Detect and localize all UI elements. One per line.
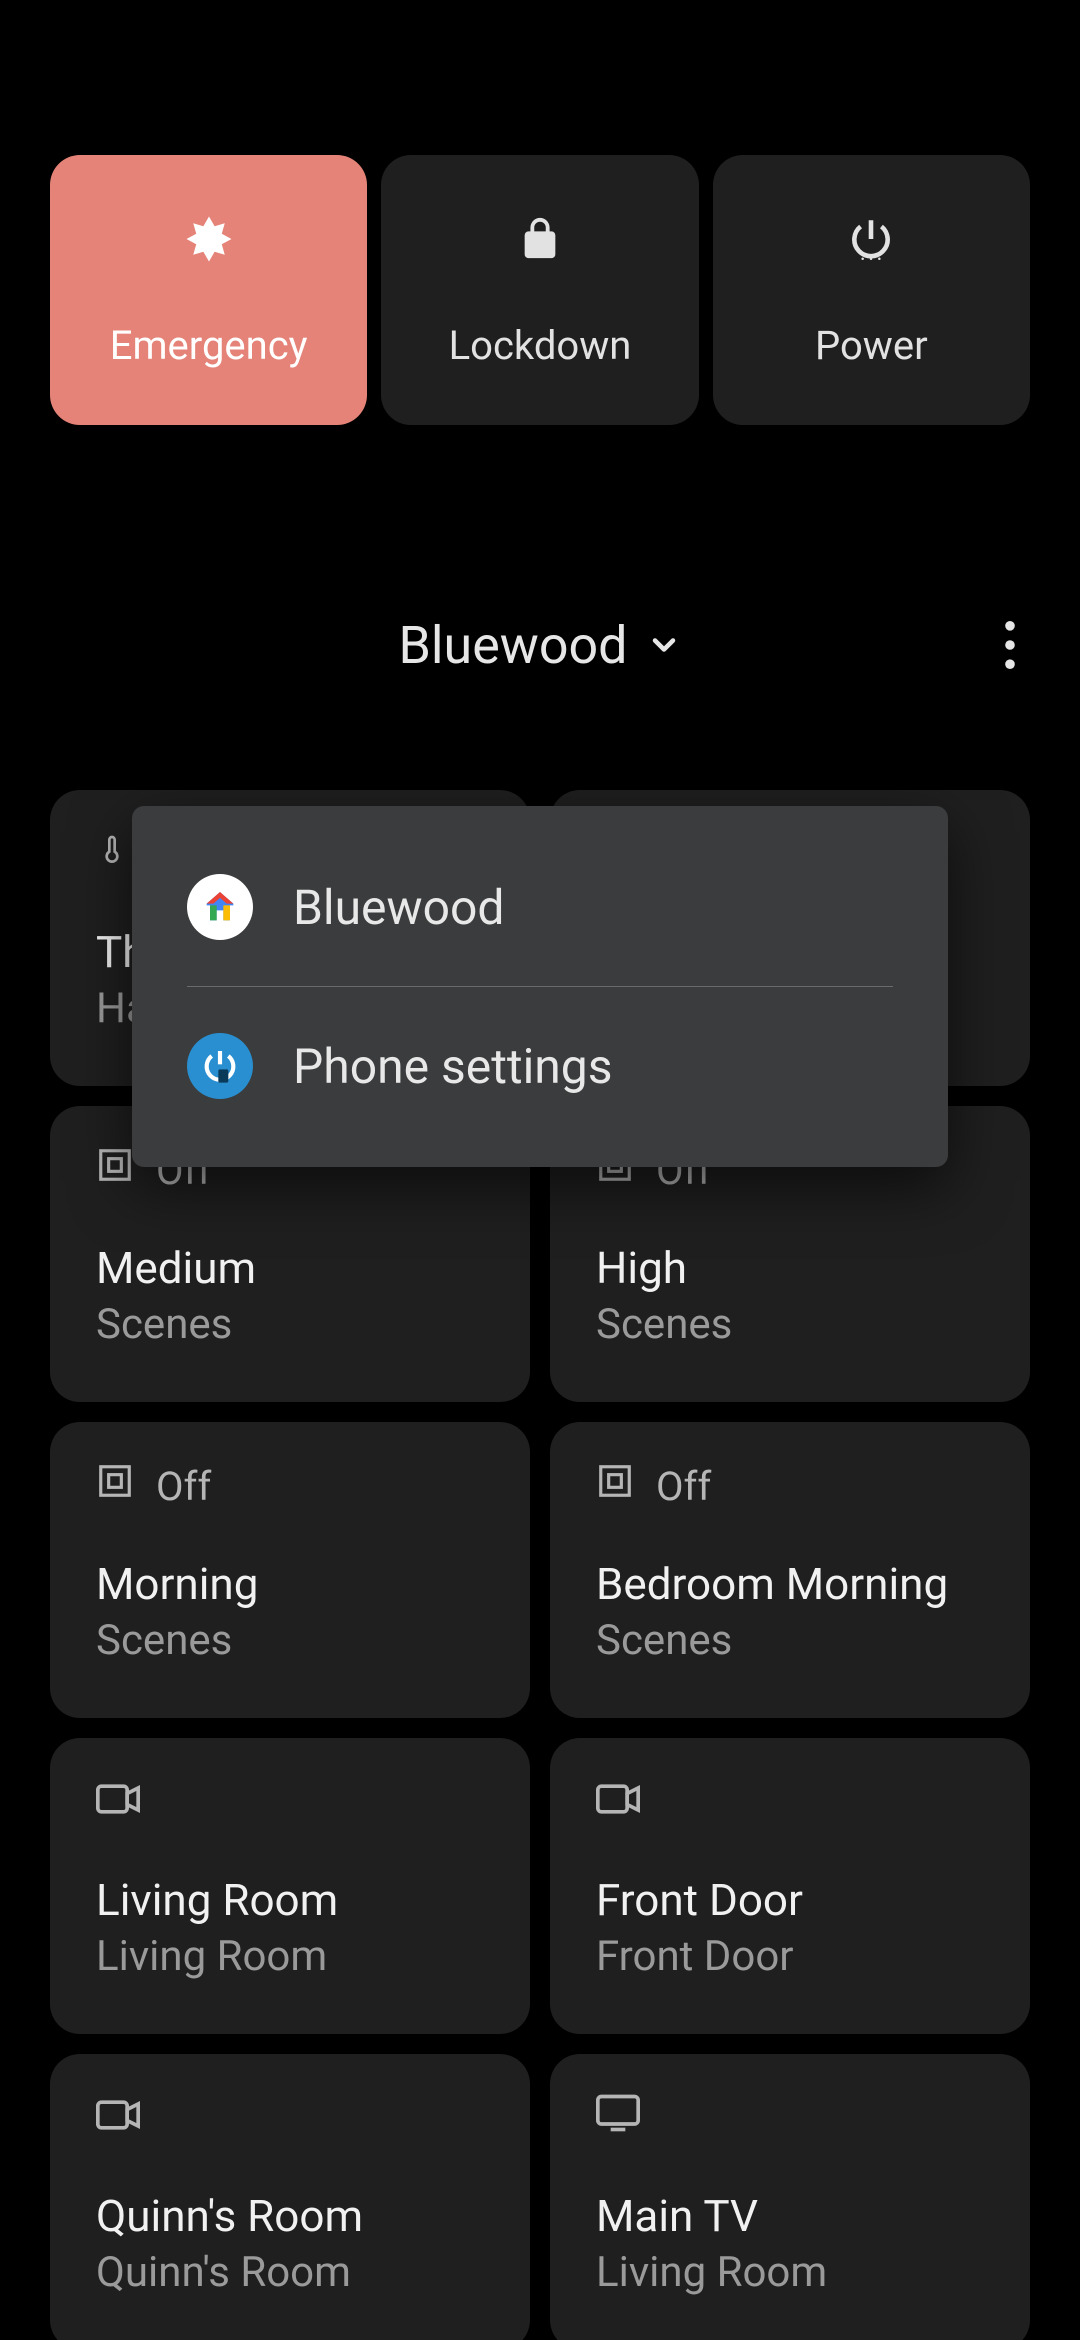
device-sub: Scenes bbox=[596, 1300, 984, 1349]
device-name: Medium bbox=[96, 1242, 484, 1294]
scene-icon bbox=[96, 1462, 134, 1510]
home-name: Bluewood bbox=[399, 615, 628, 676]
camera-icon bbox=[596, 1779, 640, 1826]
device-card[interactable]: Off Bedroom Morning Scenes bbox=[550, 1422, 1030, 1718]
device-name: Quinn's Room bbox=[96, 2190, 484, 2242]
camera-icon bbox=[96, 1779, 140, 1826]
scene-icon bbox=[96, 1146, 134, 1194]
device-state: Off bbox=[656, 1463, 711, 1510]
device-sub: Scenes bbox=[596, 1616, 984, 1665]
device-name: Bedroom Morning bbox=[596, 1558, 984, 1610]
lockdown-label: Lockdown bbox=[449, 322, 632, 369]
medical-icon bbox=[182, 211, 236, 267]
device-sub: Scenes bbox=[96, 1616, 484, 1665]
popup-item-settings[interactable]: Phone settings bbox=[132, 995, 948, 1137]
device-sub: Front Door bbox=[596, 1932, 984, 1981]
device-card[interactable]: Living Room Living Room bbox=[50, 1738, 530, 2034]
lockdown-button[interactable]: Lockdown bbox=[381, 155, 698, 425]
lock-icon bbox=[517, 211, 563, 267]
home-selector[interactable]: Bluewood bbox=[399, 615, 682, 676]
popup-item-settings-label: Phone settings bbox=[293, 1038, 613, 1095]
device-sub: Scenes bbox=[96, 1300, 484, 1349]
home-selector-popup: Bluewood Phone settings bbox=[132, 806, 948, 1167]
emergency-button[interactable]: Emergency bbox=[50, 155, 367, 425]
power-label: Power bbox=[815, 322, 928, 369]
popup-divider bbox=[187, 986, 893, 987]
device-sub: Living Room bbox=[96, 1932, 484, 1981]
camera-icon bbox=[96, 2095, 140, 2142]
power-button[interactable]: Power bbox=[713, 155, 1030, 425]
device-name: Living Room bbox=[96, 1874, 484, 1926]
device-sub: Living Room bbox=[596, 2248, 984, 2297]
google-home-icon bbox=[187, 874, 253, 940]
device-sub: Quinn's Room bbox=[96, 2248, 484, 2297]
more-vert-icon bbox=[1004, 621, 1016, 669]
chevron-down-icon bbox=[646, 615, 682, 676]
device-card[interactable]: Off Morning Scenes bbox=[50, 1422, 530, 1718]
phone-settings-icon bbox=[187, 1033, 253, 1099]
emergency-label: Emergency bbox=[110, 322, 308, 369]
popup-item-home-label: Bluewood bbox=[293, 879, 504, 936]
device-card[interactable]: Quinn's Room Quinn's Room bbox=[50, 2054, 530, 2340]
device-name: High bbox=[596, 1242, 984, 1294]
device-name: Morning bbox=[96, 1558, 484, 1610]
device-name: Front Door bbox=[596, 1874, 984, 1926]
scene-icon bbox=[596, 1462, 634, 1510]
more-button[interactable] bbox=[980, 615, 1040, 675]
device-card[interactable]: Front Door Front Door bbox=[550, 1738, 1030, 2034]
power-icon bbox=[846, 211, 896, 267]
popup-item-home[interactable]: Bluewood bbox=[132, 836, 948, 978]
thermometer-icon bbox=[96, 828, 128, 880]
top-action-row: Emergency Lockdown Power bbox=[50, 155, 1030, 425]
header-row: Bluewood bbox=[50, 610, 1030, 680]
device-state: Off bbox=[156, 1463, 211, 1510]
device-card[interactable]: Main TV Living Room bbox=[550, 2054, 1030, 2340]
device-name: Main TV bbox=[596, 2190, 984, 2242]
tv-icon bbox=[596, 2094, 640, 2142]
